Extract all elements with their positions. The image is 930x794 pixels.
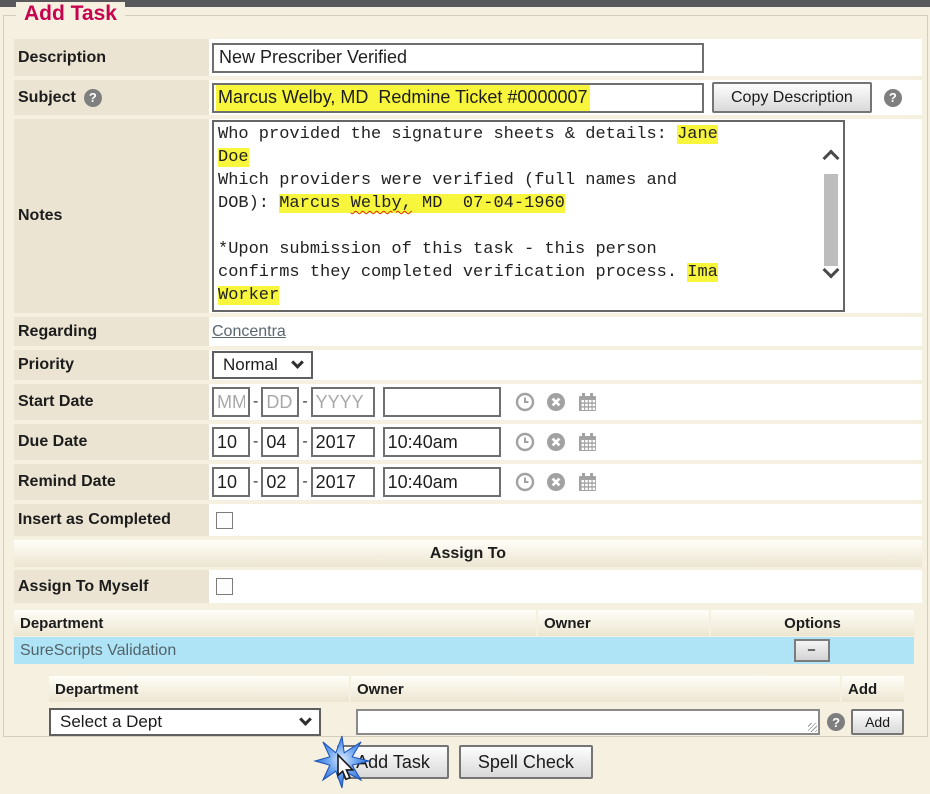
clock-icon[interactable] xyxy=(515,432,535,452)
notes-row: Notes Who provided the signature sheets … xyxy=(14,119,922,313)
owner-column-header: Owner xyxy=(351,676,840,702)
date-separator: - xyxy=(253,433,258,451)
remind-time-input[interactable] xyxy=(383,467,501,497)
priority-label: Priority xyxy=(18,356,74,374)
assign-to-section-header: Assign To xyxy=(14,540,922,567)
clock-icon[interactable] xyxy=(515,392,535,412)
add-task-form: Add Task Description Subject ? Marcus We… xyxy=(3,15,928,737)
clear-date-icon[interactable] xyxy=(546,392,566,412)
date-separator: - xyxy=(302,393,307,411)
start-date-row: Start Date - - xyxy=(14,384,922,420)
start-date-label: Start Date xyxy=(18,393,94,411)
remind-date-label: Remind Date xyxy=(18,473,116,491)
assignment-table: Department Owner Options SureScripts Val… xyxy=(14,610,914,664)
add-assignment-header: Department Owner Add xyxy=(49,676,904,702)
clear-date-icon[interactable] xyxy=(546,432,566,452)
notes-scrollbar[interactable] xyxy=(821,122,841,310)
top-divider-bar xyxy=(0,0,930,7)
description-input[interactable] xyxy=(212,43,704,73)
date-separator: - xyxy=(302,433,307,451)
insert-completed-row: Insert as Completed xyxy=(14,504,922,536)
add-assignment-row: Select a Dept ? Add xyxy=(49,704,904,740)
copy-description-button[interactable]: Copy Description xyxy=(712,82,872,113)
remove-assignment-button[interactable]: − xyxy=(794,639,830,662)
add-assignment-button[interactable]: Add xyxy=(851,709,904,735)
assignment-table-header: Department Owner Options xyxy=(14,610,914,636)
assign-myself-label: Assign To Myself xyxy=(18,578,148,596)
owner-input-wrapper xyxy=(356,709,820,735)
remind-month-input[interactable] xyxy=(212,467,250,497)
priority-selected-value: Normal xyxy=(223,355,278,375)
add-column-header: Add xyxy=(842,676,904,702)
footer-buttons: Add Task Spell Check xyxy=(0,745,930,779)
due-year-input[interactable] xyxy=(311,427,375,457)
spell-check-button[interactable]: Spell Check xyxy=(459,745,593,779)
help-icon[interactable]: ? xyxy=(884,89,902,107)
department-select[interactable]: Select a Dept xyxy=(49,708,321,736)
remind-date-row: Remind Date - - xyxy=(14,464,922,500)
calendar-icon[interactable] xyxy=(577,472,598,493)
priority-select[interactable]: Normal xyxy=(212,351,313,379)
notes-lines: Who provided the signature sheets & deta… xyxy=(218,123,817,307)
due-day-input[interactable] xyxy=(261,427,299,457)
date-separator: - xyxy=(302,473,307,491)
owner-column-header: Owner xyxy=(536,610,709,636)
insert-completed-checkbox[interactable] xyxy=(216,512,233,529)
page-title: Add Task xyxy=(16,2,125,26)
insert-completed-label: Insert as Completed xyxy=(18,511,171,529)
regarding-row: Regarding Concentra xyxy=(14,317,922,346)
notes-label: Notes xyxy=(18,207,62,225)
remind-day-input[interactable] xyxy=(261,467,299,497)
options-column-header: Options xyxy=(709,610,914,636)
chevron-down-icon xyxy=(299,713,312,726)
add-task-button[interactable]: Add Task xyxy=(337,745,449,779)
subject-highlighted-text: Marcus Welby, MD Redmine Ticket #0000007 xyxy=(216,84,590,111)
scroll-up-icon[interactable] xyxy=(823,150,840,167)
department-column-header: Department xyxy=(14,610,536,636)
due-date-row: Due Date - - xyxy=(14,424,922,460)
due-date-label: Due Date xyxy=(18,433,87,451)
priority-row: Priority Normal xyxy=(14,350,922,380)
description-label: Description xyxy=(18,49,106,67)
subject-input[interactable]: Marcus Welby, MD Redmine Ticket #0000007 xyxy=(212,83,704,113)
date-separator: - xyxy=(253,473,258,491)
help-icon[interactable]: ? xyxy=(827,713,845,731)
start-time-input[interactable] xyxy=(383,387,501,417)
date-separator: - xyxy=(253,393,258,411)
subject-row: Subject ? Marcus Welby, MD Redmine Ticke… xyxy=(14,80,922,115)
regarding-label: Regarding xyxy=(18,323,97,341)
assigned-department-name: SureScripts Validation xyxy=(14,642,536,660)
due-month-input[interactable] xyxy=(212,427,250,457)
description-row: Description xyxy=(14,39,922,76)
calendar-icon[interactable] xyxy=(577,392,598,413)
clock-icon[interactable] xyxy=(515,472,535,492)
calendar-icon[interactable] xyxy=(577,432,598,453)
add-assignment-section: Department Owner Add Select a Dept ? Add xyxy=(49,676,904,740)
start-month-input[interactable] xyxy=(212,387,250,417)
chevron-down-icon xyxy=(291,356,304,369)
due-time-input[interactable] xyxy=(383,427,501,457)
department-selected-value: Select a Dept xyxy=(60,712,162,732)
start-day-input[interactable] xyxy=(261,387,299,417)
department-column-header: Department xyxy=(49,676,349,702)
clear-date-icon[interactable] xyxy=(546,472,566,492)
start-year-input[interactable] xyxy=(311,387,375,417)
assign-myself-row: Assign To Myself xyxy=(14,570,922,603)
regarding-link[interactable]: Concentra xyxy=(212,323,286,341)
help-icon[interactable]: ? xyxy=(84,89,102,107)
subject-label: Subject xyxy=(18,89,76,107)
assign-myself-checkbox[interactable] xyxy=(216,578,233,595)
notes-textarea[interactable]: Who provided the signature sheets & deta… xyxy=(212,120,845,312)
table-row[interactable]: SureScripts Validation − xyxy=(14,637,914,664)
scrollbar-thumb[interactable] xyxy=(824,174,838,266)
remind-year-input[interactable] xyxy=(311,467,375,497)
owner-input[interactable] xyxy=(358,711,818,733)
